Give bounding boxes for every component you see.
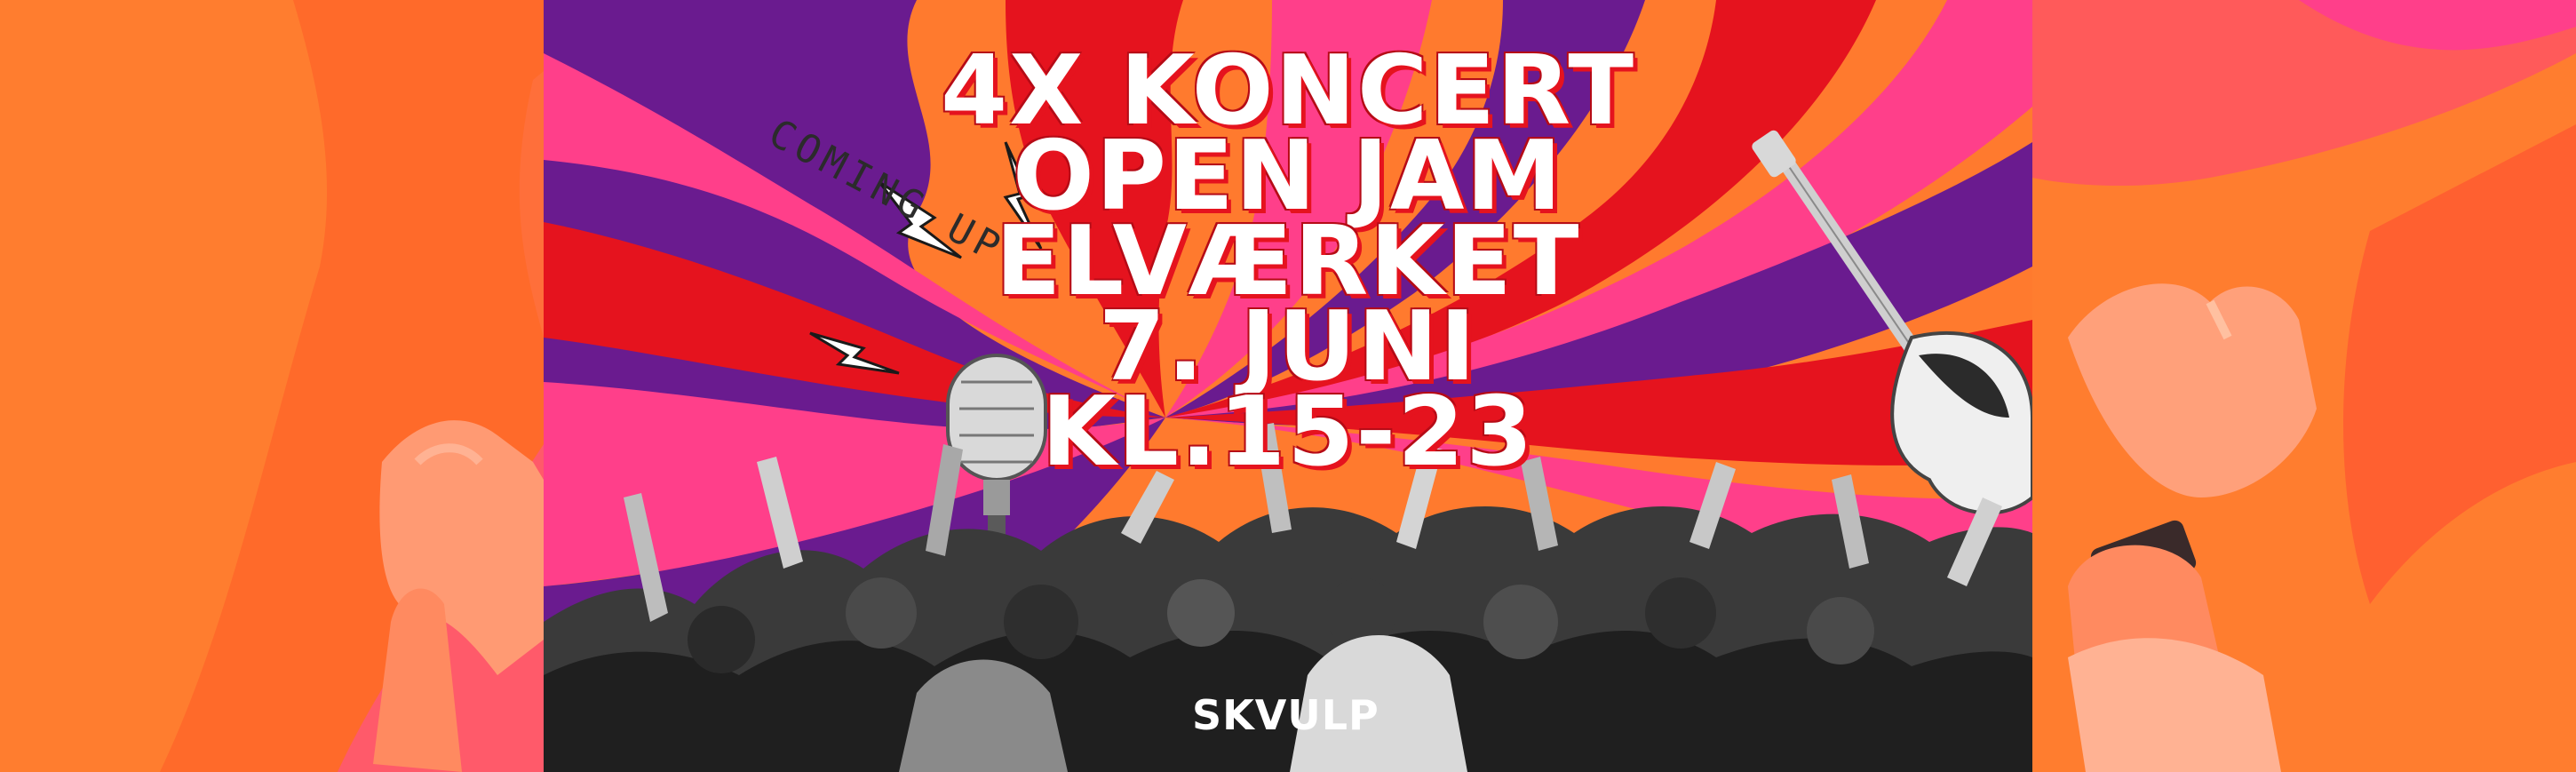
event-headline: 4X KONCERT OPEN JAM ELVÆRKET 7. JUNI KL.… bbox=[544, 44, 2032, 488]
right-side-panel bbox=[2032, 0, 2576, 772]
skvulp-logo: SKVULP bbox=[1192, 691, 1379, 739]
banner: COMING UP 4X KONCERT OPEN JAM ELVÆRKET 7… bbox=[0, 0, 2576, 772]
event-poster: COMING UP 4X KONCERT OPEN JAM ELVÆRKET 7… bbox=[544, 0, 2032, 772]
left-side-panel bbox=[0, 0, 544, 772]
left-side-art bbox=[0, 0, 544, 772]
right-side-art bbox=[2032, 0, 2576, 772]
headline-line-time: KL.15-23 bbox=[1041, 377, 1535, 488]
